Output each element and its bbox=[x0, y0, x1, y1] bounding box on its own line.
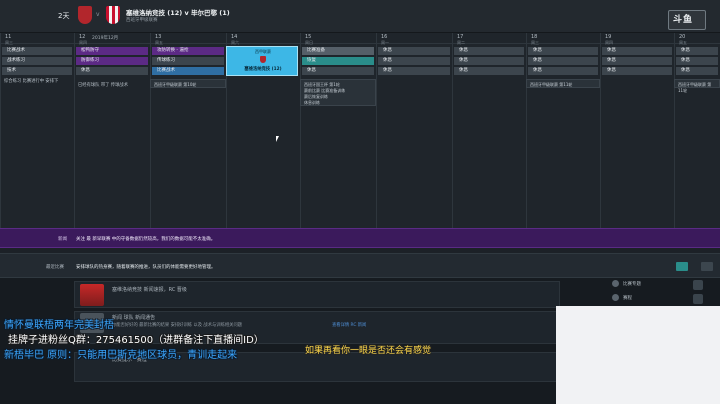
day-header: 16 周一 bbox=[377, 33, 452, 45]
rest-slot[interactable]: 休息 bbox=[378, 47, 450, 55]
session-slot[interactable]: 防御练习 bbox=[76, 57, 148, 65]
day-header: 19 周四 bbox=[601, 33, 674, 45]
match-competition-label: 西甲联赛 bbox=[255, 49, 271, 54]
mouse-cursor-icon bbox=[276, 136, 279, 142]
rest-slot[interactable]: 休息 bbox=[378, 67, 450, 75]
feed-item-link[interactable]: 查看详情 RC 新闻 bbox=[332, 322, 366, 328]
day-of-week: 周四 bbox=[605, 40, 613, 45]
stream-overlay-line-2: 挂牌子进粉丝Q群：275461500（进群备注下直播间ID） bbox=[8, 335, 264, 346]
versus-label: v bbox=[96, 11, 100, 18]
session-slot[interactable]: 比赛战术 bbox=[2, 47, 72, 55]
song-subtitle: 如果再看你一眼是否还会有感觉 bbox=[305, 346, 432, 356]
session-slot[interactable]: 技术 bbox=[2, 67, 72, 75]
session-slot[interactable]: 休息 bbox=[76, 67, 148, 75]
list-dot-icon bbox=[612, 280, 619, 287]
briefing-text: 安排球队的热身赛，随着联赛的推进，队员们的体能需要更好地管理。 bbox=[76, 265, 216, 270]
day-of-week: 周日 bbox=[305, 40, 313, 45]
session-slot[interactable]: 恢复 bbox=[302, 57, 374, 65]
briefing-label: 最近比赛 bbox=[46, 265, 64, 270]
day-of-week: 周三 bbox=[5, 40, 13, 45]
day-header: 18 周三 bbox=[527, 33, 600, 45]
fixture-card[interactable]: 西班牙甲级联赛 第10轮 bbox=[150, 79, 226, 88]
away-team-crest-icon[interactable] bbox=[106, 6, 120, 24]
fixture-card[interactable]: 西班牙甲级联赛 第11轮 bbox=[674, 79, 720, 93]
day-of-week: 周五 bbox=[155, 40, 163, 45]
session-slot[interactable]: 攻防转换 - 逼抢 bbox=[152, 47, 224, 55]
rest-slot[interactable]: 休息 bbox=[454, 47, 524, 55]
day-of-week: 周三 bbox=[531, 40, 539, 45]
rest-slot[interactable]: 休息 bbox=[454, 67, 524, 75]
day-header: 13 周五 bbox=[151, 33, 226, 45]
side-list-label: 赛程 bbox=[623, 296, 632, 301]
fixture-card[interactable]: 西班牙甲级联赛 第11轮 bbox=[526, 79, 600, 88]
days-until-match: 2天 bbox=[58, 12, 70, 20]
day-of-week: 周一 bbox=[381, 40, 389, 45]
day-12-note: 已经有球队 带了 传球战术 bbox=[78, 83, 128, 88]
news-ticker[interactable]: 新闻 关注 最 新早联赛 中的守备数据仍然较高，我们的数据可能不太准确。 bbox=[0, 228, 720, 248]
day-header: 15 周日 bbox=[301, 33, 376, 45]
rest-slot[interactable]: 休息 bbox=[602, 57, 672, 65]
match-opponent-label: 塞维洛纳竞技 (12) bbox=[244, 67, 282, 72]
rest-slot[interactable]: 休息 bbox=[454, 57, 524, 65]
douyu-logo-text: 斗鱼 bbox=[673, 15, 694, 25]
stream-side-panel bbox=[556, 306, 720, 404]
stream-overlay-line-3: 新梧毕巴 原则：只能用巴斯克地区球员，青训走起来 bbox=[4, 350, 238, 361]
match-header: 2天 v 塞维洛纳竞技 (12) v 毕尔巴鄂 (1) 西班牙甲级联赛 斗鱼 bbox=[0, 0, 720, 33]
day-header: 11 周三 bbox=[1, 33, 74, 45]
rest-slot[interactable]: 休息 bbox=[676, 57, 718, 65]
rest-slot[interactable]: 休息 bbox=[676, 47, 718, 55]
rest-slot[interactable]: 休息 bbox=[602, 47, 672, 55]
feed-item-title: 新闻 球队 新闻通告 bbox=[112, 315, 156, 321]
stream-overlay-line-1: 情怀曼联梧两年完美封梧 bbox=[4, 320, 114, 331]
player-avatar bbox=[80, 284, 104, 306]
match-day-card[interactable]: 西甲联赛 塞维洛纳竞技 (12) bbox=[226, 46, 298, 76]
day-header: 14 周六 bbox=[227, 33, 300, 45]
training-calendar: 11 周三 12 周四 2019年12月 13 周五 14 周六 15 周日 1… bbox=[0, 33, 720, 228]
day-header: 20 周五 bbox=[675, 33, 720, 45]
rest-slot[interactable]: 休息 bbox=[378, 57, 450, 65]
rest-slot[interactable]: 休息 bbox=[676, 67, 718, 75]
rest-slot[interactable]: 休息 bbox=[528, 57, 598, 65]
day-of-week: 周二 bbox=[457, 40, 465, 45]
rest-slot[interactable]: 休息 bbox=[528, 67, 598, 75]
next-match-title[interactable]: 塞维洛纳竞技 (12) v 毕尔巴鄂 (1) bbox=[126, 7, 230, 17]
schedule-line: 休息训练 bbox=[304, 100, 320, 105]
session-slot[interactable]: 比赛准备 bbox=[302, 47, 374, 55]
month-label: 2019年12月 bbox=[92, 36, 119, 41]
session-slot[interactable]: 比赛战术 bbox=[152, 67, 224, 75]
settings-icon[interactable] bbox=[693, 280, 703, 290]
day-11-note: 综合练习 比赛进行中 安排下 bbox=[4, 79, 59, 84]
news-label: 新闻 bbox=[58, 237, 67, 242]
home-team-crest-icon[interactable] bbox=[78, 6, 92, 24]
session-slot[interactable]: 传球练习 bbox=[152, 57, 224, 65]
match-competition: 西班牙甲级联赛 bbox=[126, 18, 158, 23]
douyu-logo-icon: 斗鱼 bbox=[668, 10, 706, 30]
dismiss-button[interactable] bbox=[701, 262, 713, 271]
rest-slot[interactable]: 休息 bbox=[602, 67, 672, 75]
session-slot[interactable]: 松鸭防守 bbox=[76, 47, 148, 55]
opponent-crest-icon bbox=[260, 56, 266, 63]
schedule-card[interactable]: 西班牙国王杯 第1轮 赛前比赛 比赛准备训练 赛后恢复训练 休息训练 bbox=[300, 79, 376, 106]
news-text: 关注 最 新早联赛 中的守备数据仍然较高，我们的数据可能不太准确。 bbox=[76, 237, 216, 242]
confirm-button[interactable] bbox=[676, 262, 688, 271]
list-dot-icon bbox=[612, 294, 619, 301]
side-list-label: 比赛专题 bbox=[623, 282, 641, 287]
feed-item-title: 塞维洛纳竞技 新闻速报，RC 晋级 bbox=[112, 287, 187, 293]
side-list-item[interactable]: 比赛专题 bbox=[612, 280, 690, 290]
feed-item-text: 你能否好好的 最新比赛的结果 安排好训练 以及 战术与训练相关问题 bbox=[112, 323, 243, 328]
briefing-panel: 最近比赛 安排球队的热身赛，随着联赛的推进，队员们的体能需要更好地管理。 bbox=[0, 253, 720, 278]
session-slot[interactable]: 战术练习 bbox=[2, 57, 72, 65]
session-slot[interactable]: 休息 bbox=[302, 67, 374, 75]
rest-slot[interactable]: 休息 bbox=[528, 47, 598, 55]
side-list-item[interactable]: 赛程 bbox=[612, 294, 690, 304]
day-of-week: 周五 bbox=[679, 40, 687, 45]
more-icon[interactable] bbox=[693, 294, 703, 304]
day-header: 17 周二 bbox=[453, 33, 526, 45]
